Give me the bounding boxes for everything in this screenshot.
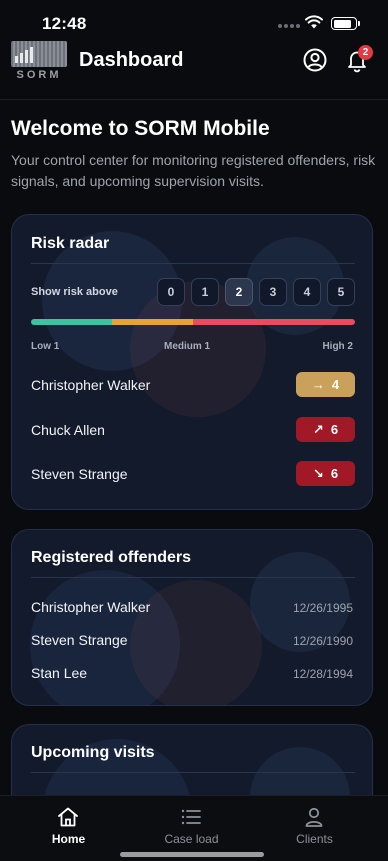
risk-level-chip-0[interactable]: 0 <box>157 278 185 306</box>
risk-level-chip-5[interactable]: 5 <box>327 278 355 306</box>
user-circle-icon[interactable] <box>302 47 328 73</box>
risk-row-name: Christopher Walker <box>31 377 151 393</box>
risk-gradient-bar <box>31 319 355 325</box>
scale-high-label: High 2 <box>322 341 353 352</box>
arrow-up-right-icon: ↗ <box>312 421 324 437</box>
notification-badge: 2 <box>358 45 373 60</box>
home-indicator <box>120 852 264 857</box>
welcome-title: Welcome to SORM Mobile <box>11 117 270 140</box>
tab-label: Case load <box>164 832 219 846</box>
offender-date: 12/26/1995 <box>292 601 353 615</box>
tab-clients[interactable]: Clients <box>250 796 379 861</box>
risk-score: 6 <box>330 466 339 481</box>
registered-offenders-title: Registered offenders <box>31 549 192 566</box>
risk-score-badge: ↘ 6 <box>296 461 355 486</box>
status-time: 12:48 <box>42 14 87 33</box>
risk-radar-card: Risk radar Show risk above 012345 Low 1 … <box>11 214 373 510</box>
tab-home[interactable]: Home <box>4 796 133 861</box>
list-icon <box>181 809 201 825</box>
signal-dots-icon <box>278 24 300 28</box>
registered-offenders-card: Registered offenders Christopher Walker … <box>11 529 373 706</box>
offender-name: Steven Strange <box>31 632 128 648</box>
divider <box>31 577 355 578</box>
page-title: Dashboard <box>79 49 184 71</box>
risk-bar-segment <box>112 319 193 325</box>
app-header: SORM Dashboard 2 <box>0 38 388 100</box>
scale-low-label: Low 1 <box>31 341 60 352</box>
risk-level-chip-4[interactable]: 4 <box>293 278 321 306</box>
offender-date: 12/28/1994 <box>292 667 353 681</box>
risk-radar-title: Risk radar <box>31 235 110 252</box>
sorm-logo: SORM <box>11 41 67 83</box>
divider <box>31 263 355 264</box>
scale-medium-label: Medium 1 <box>164 341 211 352</box>
risk-score: 6 <box>330 422 339 437</box>
risk-score-badge: ↗ 6 <box>296 417 355 442</box>
risk-level-chip-3[interactable]: 3 <box>259 278 287 306</box>
risk-score-badge: → 4 <box>296 372 355 397</box>
divider <box>31 772 355 773</box>
upcoming-visits-title: Upcoming visits <box>31 744 155 761</box>
risk-bar-segment <box>31 319 112 325</box>
risk-level-chip-2[interactable]: 2 <box>225 278 253 306</box>
arrow-right-icon: → <box>311 377 325 392</box>
welcome-subtitle: Your control center for monitoring regis… <box>11 152 376 189</box>
arrow-down-right-icon: ↘ <box>312 465 324 481</box>
battery-icon <box>331 17 360 30</box>
offender-name: Christopher Walker <box>31 599 151 615</box>
wifi-icon <box>305 15 323 29</box>
person-icon <box>305 807 323 827</box>
risk-level-chip-1[interactable]: 1 <box>191 278 219 306</box>
risk-score: 4 <box>331 377 340 392</box>
offender-name: Stan Lee <box>31 665 88 681</box>
tab-label: Clients <box>296 832 333 846</box>
tab-label: Home <box>51 832 86 846</box>
offender-date: 12/26/1990 <box>292 634 353 648</box>
risk-row-name: Chuck Allen <box>31 422 105 438</box>
logo-text: SORM <box>16 69 62 81</box>
risk-level-selector: 012345 <box>157 278 355 306</box>
risk-bar-segment <box>193 319 355 325</box>
home-icon <box>58 807 78 827</box>
risk-filter-label: Show risk above <box>31 286 118 298</box>
risk-row-name: Steven Strange <box>31 466 128 482</box>
